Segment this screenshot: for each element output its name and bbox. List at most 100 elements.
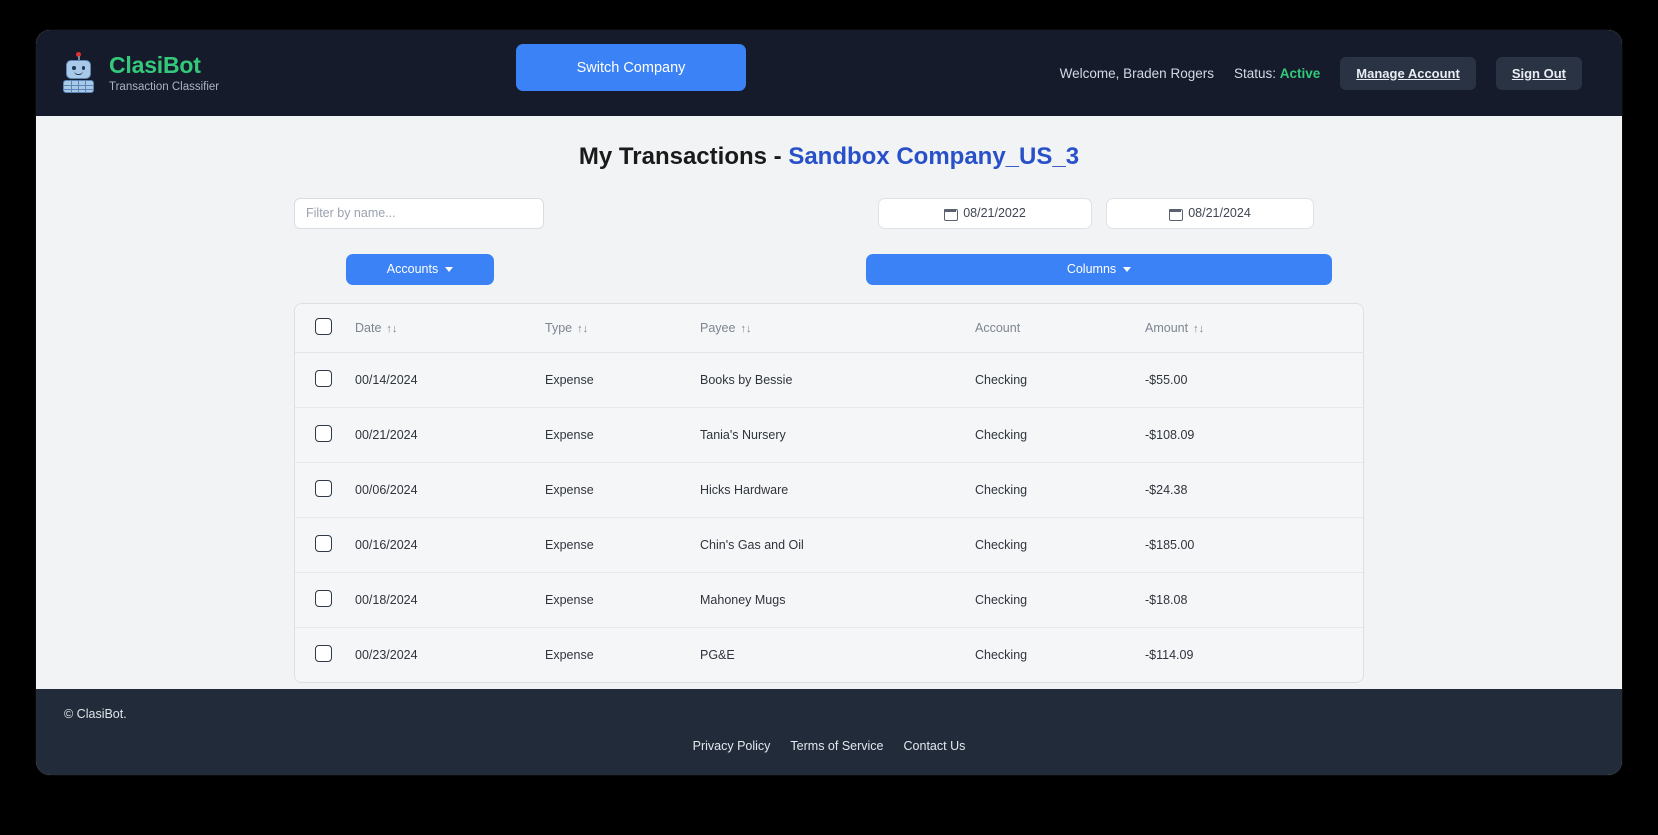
footer-link[interactable]: Privacy Policy	[693, 739, 771, 753]
cell-account: Checking	[975, 352, 1145, 408]
table-row[interactable]: 00/16/2024 Expense Chin's Gas and Oil Check…	[295, 517, 1363, 573]
site-footer: © ClasiBot. Privacy Policy Terms of Servi…	[36, 689, 1622, 775]
cell-account: Checking	[975, 462, 1145, 518]
cell-payee: Tania's Nursery	[700, 407, 975, 463]
main-content: My Transactions - Sandbox Company_US_3 0…	[36, 116, 1622, 735]
row-checkbox[interactable]	[315, 535, 332, 552]
app-header: ClasiBot Transaction Classifier Switch C…	[36, 30, 1622, 116]
column-header-amount[interactable]: Amount ↑↓	[1145, 304, 1363, 353]
cell-amount: -$24.38	[1145, 462, 1363, 518]
cell-type: Expense	[545, 627, 700, 682]
row-select-cell	[295, 572, 355, 628]
column-header-label: Payee	[700, 321, 736, 335]
row-checkbox[interactable]	[315, 645, 332, 662]
row-checkbox[interactable]	[315, 480, 332, 497]
cell-type: Expense	[545, 352, 700, 408]
manage-account-button[interactable]: Manage Account	[1340, 56, 1476, 90]
cell-date: 00/21/2024	[355, 407, 545, 463]
transactions-table-card: Date ↑↓ Type ↑↓ Payee ↑↓ Account Amount ↑↓ 0…	[294, 303, 1364, 683]
page-title-prefix: My Transactions -	[578, 143, 789, 170]
cell-type: Expense	[545, 572, 700, 628]
column-header-label: Amount	[1145, 321, 1189, 335]
sort-toggle-icon[interactable]: ↑↓	[740, 323, 751, 335]
cell-payee: Books by Bessie	[700, 352, 975, 408]
row-select-cell	[295, 627, 355, 682]
cell-payee: PG&E	[700, 627, 975, 682]
column-header-date[interactable]: Date ↑↓	[355, 304, 545, 353]
filters-row: 08/21/2022 08/21/2024	[294, 197, 1364, 229]
cell-type: Expense	[545, 462, 700, 518]
footer-links: Privacy Policy Terms of Service Contact Us	[36, 739, 1622, 753]
table-row[interactable]: 00/06/2024 Expense Hicks Hardware Checking -…	[295, 462, 1363, 518]
end-date-value: 08/21/2024	[1188, 206, 1251, 220]
row-select-cell	[295, 407, 355, 463]
cell-payee: Mahoney Mugs	[700, 572, 975, 628]
row-checkbox[interactable]	[315, 370, 332, 387]
column-header-account[interactable]: Account	[975, 304, 1145, 353]
status-label: Status:	[1233, 65, 1276, 81]
calendar-icon	[944, 207, 959, 221]
brand: ClasiBot Transaction Classifier	[58, 52, 219, 94]
cell-amount: -$185.00	[1145, 517, 1363, 573]
brand-name: ClasiBot	[109, 52, 201, 79]
columns-dropdown[interactable]: Columns	[866, 253, 1332, 285]
table-head: Date ↑↓ Type ↑↓ Payee ↑↓ Account Amount ↑↓	[295, 304, 1363, 353]
switch-company-button[interactable]: Switch Company	[516, 44, 746, 91]
chevron-down-icon	[1123, 266, 1132, 272]
accounts-dropdown-label: Accounts	[386, 262, 439, 276]
table-row[interactable]: 00/21/2024 Expense Tania's Nursery Checking…	[295, 407, 1363, 463]
start-date-picker[interactable]: 08/21/2022	[878, 197, 1092, 229]
row-select-cell	[295, 517, 355, 573]
status-value: Active	[1279, 65, 1321, 81]
cell-date: 00/06/2024	[355, 462, 545, 518]
columns-dropdown-label: Columns	[1066, 262, 1117, 276]
column-header-label: Type	[545, 321, 573, 335]
table-row[interactable]: 00/18/2024 Expense Mahoney Mugs Checking -$1…	[295, 572, 1363, 628]
footer-link[interactable]: Terms of Service	[790, 739, 883, 753]
chevron-down-icon	[445, 266, 454, 272]
select-all-checkbox[interactable]	[315, 318, 332, 335]
cell-amount: -$55.00	[1145, 352, 1363, 408]
footer-link[interactable]: Contact Us	[904, 739, 966, 753]
cell-account: Checking	[975, 517, 1145, 573]
table-header-row: Date ↑↓ Type ↑↓ Payee ↑↓ Account Amount ↑↓	[295, 304, 1363, 353]
table-row[interactable]: 00/23/2024 Expense PG&E Checking -$114.09	[295, 627, 1363, 682]
copyright-text: © ClasiBot.	[64, 707, 127, 721]
end-date-picker[interactable]: 08/21/2024	[1106, 197, 1314, 229]
cell-payee: Chin's Gas and Oil	[700, 517, 975, 573]
status-badge: Status: Active	[1234, 66, 1320, 81]
select-all-header	[295, 304, 355, 353]
page-title-company: Sandbox Company_US_3	[788, 143, 1080, 170]
calendar-icon	[1169, 207, 1184, 221]
sort-toggle-icon[interactable]: ↑↓	[1193, 323, 1204, 335]
welcome-message: Welcome, Braden Rogers	[1059, 65, 1214, 81]
cell-type: Expense	[545, 407, 700, 463]
sign-out-button[interactable]: Sign Out	[1495, 56, 1582, 90]
cell-account: Checking	[975, 572, 1145, 628]
sort-toggle-icon[interactable]: ↑↓	[577, 323, 588, 335]
table-body: 00/14/2024 Expense Books by Bessie Checking…	[295, 352, 1363, 682]
column-header-label: Date	[355, 321, 382, 335]
cell-amount: -$114.09	[1145, 627, 1363, 682]
app-window: ClasiBot Transaction Classifier Switch C…	[36, 30, 1622, 775]
cell-payee: Hicks Hardware	[700, 462, 975, 518]
page-title: My Transactions - Sandbox Company_US_3	[58, 116, 1600, 171]
filter-by-name-input[interactable]	[294, 197, 544, 229]
column-header-payee[interactable]: Payee ↑↓	[700, 304, 975, 353]
column-header-label: Account	[975, 321, 1021, 335]
robot-logo-icon	[58, 52, 98, 94]
row-select-cell	[295, 352, 355, 408]
accounts-dropdown[interactable]: Accounts	[346, 253, 494, 285]
row-checkbox[interactable]	[315, 590, 332, 607]
column-header-type[interactable]: Type ↑↓	[545, 304, 700, 353]
row-checkbox[interactable]	[315, 425, 332, 442]
cell-amount: -$108.09	[1145, 407, 1363, 463]
cell-date: 00/18/2024	[355, 572, 545, 628]
sort-toggle-icon[interactable]: ↑↓	[386, 323, 397, 335]
start-date-value: 08/21/2022	[963, 206, 1026, 220]
header-actions: Welcome, Braden Rogers Status: Active Ma…	[1059, 56, 1582, 90]
table-row[interactable]: 00/14/2024 Expense Books by Bessie Checking…	[295, 352, 1363, 408]
dropdown-row: Accounts Columns	[294, 253, 1364, 285]
row-select-cell	[295, 462, 355, 518]
cell-amount: -$18.08	[1145, 572, 1363, 628]
